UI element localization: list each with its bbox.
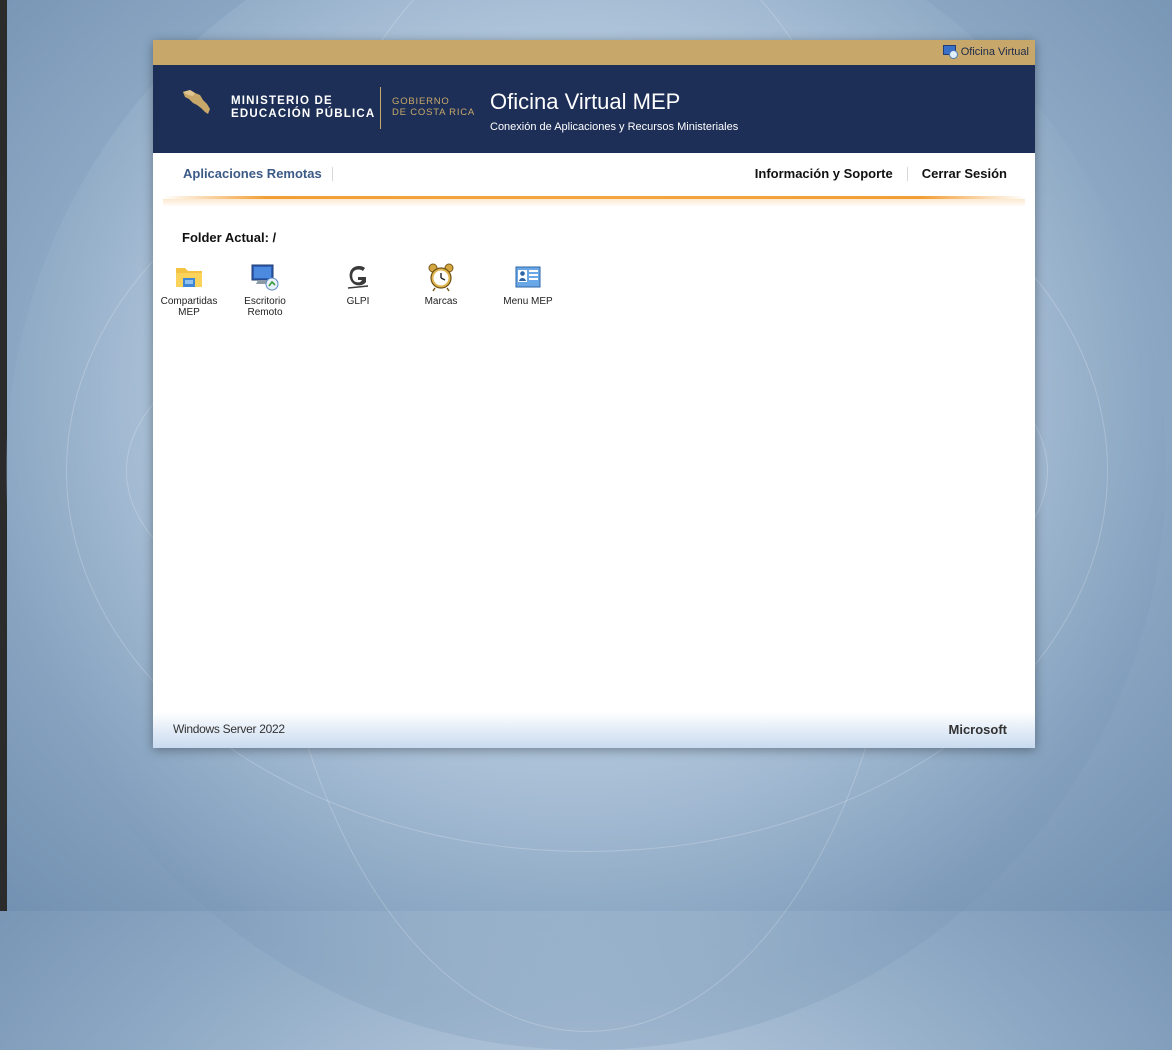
costa-rica-map-logo-icon — [183, 90, 210, 114]
ministry-line-1: MINISTERIO DE — [231, 95, 333, 107]
ministry-name: MINISTERIO DE EDUCACIÓN PÚBLICA — [231, 95, 375, 121]
folder-icon — [176, 268, 202, 287]
page-subtitle: Conexión de Aplicaciones y Recursos Mini… — [490, 121, 739, 133]
nav-informacion-soporte[interactable]: Información y Soporte — [755, 166, 893, 181]
menu-app-icon — [515, 266, 541, 288]
app-escritorio-remoto[interactable]: Escritorio Remoto — [233, 262, 297, 318]
oficina-virtual-link[interactable]: Oficina Virtual — [942, 45, 1029, 59]
footer: Windows Server 2022 Microsoft — [153, 712, 1035, 748]
header-divider — [380, 87, 381, 129]
app-glpi[interactable]: GLPI — [326, 262, 390, 307]
nav-separator — [331, 166, 333, 181]
remote-app-icon — [942, 45, 958, 59]
government-name: GOBIERNO DE COSTA RICA — [392, 96, 475, 118]
glpi-logo-icon — [347, 265, 369, 289]
microsoft-label: Microsoft — [948, 722, 1008, 737]
alarm-clock-icon — [428, 263, 454, 292]
nav-right: Información y Soporte Cerrar Sesión — [755, 166, 1007, 181]
top-bar: Oficina Virtual — [153, 40, 1035, 65]
app-marcas[interactable]: Marcas — [409, 262, 473, 307]
nav-underline — [163, 196, 1025, 199]
nav-separator — [906, 166, 908, 181]
nav-aplicaciones-remotas[interactable]: Aplicaciones Remotas — [183, 166, 322, 181]
app-label: Menu MEP — [503, 296, 553, 307]
app-label: Escritorio Remoto — [244, 296, 286, 318]
app-compartidas-mep[interactable]: Compartidas MEP — [157, 262, 221, 318]
header-banner: MINISTERIO DE EDUCACIÓN PÚBLICA GOBIERNO… — [153, 65, 1035, 153]
app-menu-mep[interactable]: Menu MEP — [496, 262, 560, 307]
app-label: Compartidas MEP — [160, 296, 218, 318]
main-panel: Oficina Virtual MINISTERIO DE EDUCACIÓN … — [153, 40, 1035, 748]
nav-underline-glow — [163, 199, 1025, 207]
remote-desktop-icon — [251, 264, 279, 291]
app-label: GLPI — [346, 296, 370, 307]
ministry-line-2: EDUCACIÓN PÚBLICA — [231, 108, 376, 120]
nav-left: Aplicaciones Remotas — [183, 166, 333, 181]
oficina-virtual-label: Oficina Virtual — [960, 45, 1029, 58]
page-title: Oficina Virtual MEP — [490, 89, 681, 114]
gov-line-2: DE COSTA RICA — [392, 107, 476, 118]
nav-cerrar-sesion[interactable]: Cerrar Sesión — [922, 166, 1007, 181]
folder-path: Folder Actual: / — [182, 230, 277, 245]
nav-bar: Aplicaciones Remotas Información y Sopor… — [153, 153, 1035, 207]
windows-server-label: Windows Server 2022 — [173, 722, 285, 736]
gov-line-1: GOBIERNO — [392, 96, 450, 107]
app-label: Marcas — [424, 296, 458, 307]
